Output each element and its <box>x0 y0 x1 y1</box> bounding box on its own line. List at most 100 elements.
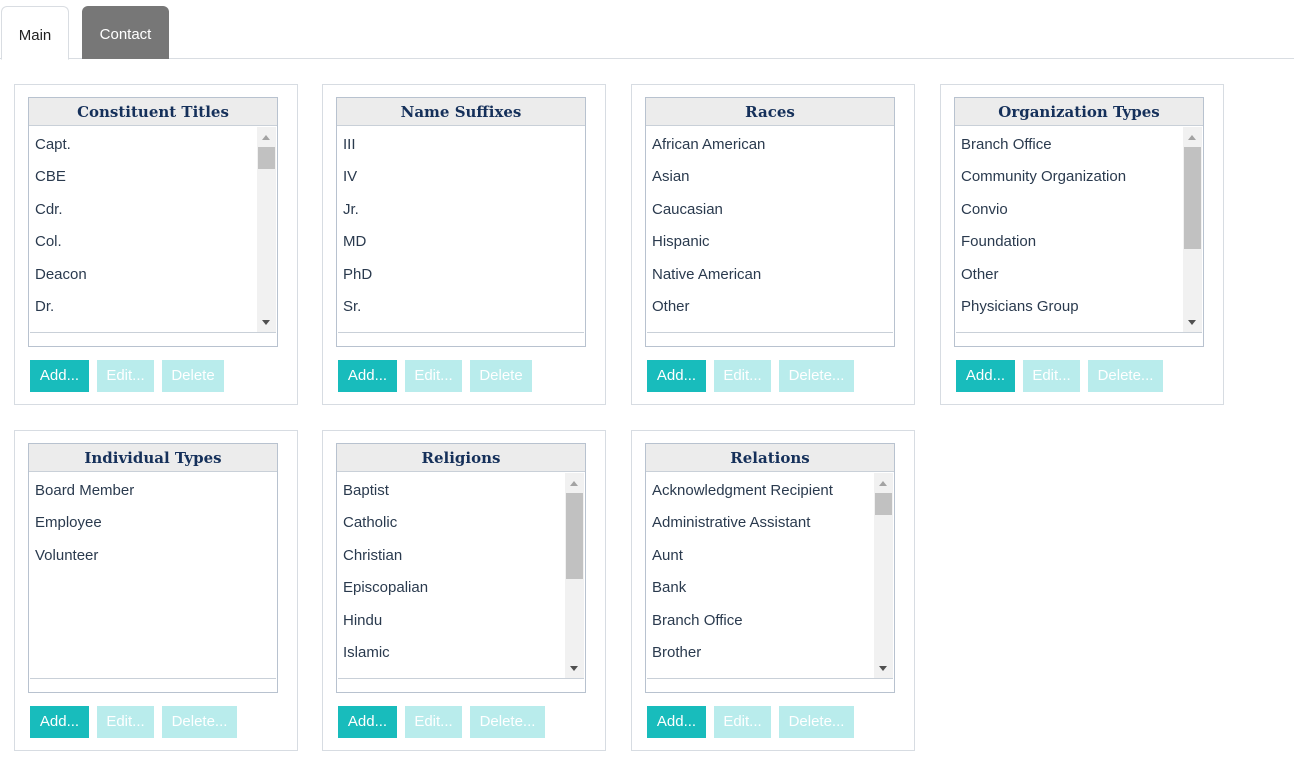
edit-button[interactable]: Edit... <box>97 706 154 738</box>
edit-button[interactable]: Edit... <box>405 360 462 392</box>
list-item[interactable]: Asian <box>647 160 893 192</box>
listbox-body[interactable]: Acknowledgment Recipient Administrative … <box>647 473 893 679</box>
list-item[interactable]: MD <box>338 225 584 257</box>
delete-button[interactable]: Delete... <box>162 706 237 738</box>
delete-button[interactable]: Delete <box>470 360 532 392</box>
add-button[interactable]: Add... <box>30 360 89 392</box>
add-button[interactable]: Add... <box>647 360 706 392</box>
list-item[interactable]: Hindu <box>338 604 565 636</box>
scroll-up-arrow-icon[interactable] <box>565 475 584 491</box>
list-item[interactable]: Convio <box>956 193 1183 225</box>
add-button[interactable]: Add... <box>338 360 397 392</box>
list-item[interactable]: Dr. <box>30 290 257 322</box>
name-suffixes-listbox[interactable]: Name Suffixes III IV Jr. MD PhD Sr. <box>336 97 586 347</box>
list-item[interactable]: III <box>338 128 584 160</box>
listbox-body[interactable]: III IV Jr. MD PhD Sr. <box>338 127 584 333</box>
panel-relations: Relations Acknowledgment Recipient Admin… <box>631 430 915 751</box>
list-item[interactable]: Physicians Group <box>956 290 1183 322</box>
organization-types-listbox[interactable]: Organization Types Branch Office Communi… <box>954 97 1204 347</box>
delete-button[interactable]: Delete... <box>779 360 854 392</box>
list-item[interactable]: Acknowledgment Recipient <box>647 474 874 506</box>
list-item[interactable]: Board Member <box>30 474 276 506</box>
scroll-up-arrow-icon[interactable] <box>874 475 893 491</box>
list-item[interactable]: Bank <box>647 571 874 603</box>
delete-button[interactable]: Delete... <box>470 706 545 738</box>
list-item[interactable]: Episcopalian <box>338 571 565 603</box>
list-item[interactable]: IV <box>338 160 584 192</box>
list-item[interactable]: Aunt <box>647 539 874 571</box>
tab-contact[interactable]: Contact <box>82 6 169 59</box>
scrollbar[interactable] <box>565 473 584 678</box>
scroll-up-arrow-icon[interactable] <box>1183 129 1202 145</box>
listbox-title: Relations <box>646 444 894 472</box>
scroll-up-arrow-icon[interactable] <box>257 129 276 145</box>
edit-button[interactable]: Edit... <box>1023 360 1080 392</box>
edit-button[interactable]: Edit... <box>714 706 771 738</box>
delete-button[interactable]: Delete <box>162 360 224 392</box>
listbox-body[interactable]: Branch Office Community Organization Con… <box>956 127 1202 333</box>
list-item[interactable]: Sr. <box>338 290 584 322</box>
listbox-body[interactable]: Board Member Employee Volunteer <box>30 473 276 679</box>
edit-button[interactable]: Edit... <box>97 360 154 392</box>
scroll-down-arrow-icon[interactable] <box>565 660 584 676</box>
scrollbar[interactable] <box>874 473 893 678</box>
races-listbox[interactable]: Races African American Asian Caucasian H… <box>645 97 895 347</box>
religions-listbox[interactable]: Religions Baptist Catholic Christian Epi… <box>336 443 586 693</box>
list-item[interactable]: Col. <box>30 225 257 257</box>
list-item[interactable]: Caucasian <box>647 193 893 225</box>
list-item[interactable]: Hispanic <box>647 225 893 257</box>
delete-button[interactable]: Delete... <box>1088 360 1163 392</box>
list-item[interactable]: Volunteer <box>30 539 276 571</box>
tab-main[interactable]: Main <box>1 6 69 60</box>
scroll-down-arrow-icon[interactable] <box>257 314 276 330</box>
list-item[interactable]: Deacon <box>30 258 257 290</box>
add-button[interactable]: Add... <box>956 360 1015 392</box>
list-item[interactable]: PhD <box>338 258 584 290</box>
panel-religions: Religions Baptist Catholic Christian Epi… <box>322 430 606 751</box>
scroll-thumb[interactable] <box>258 147 275 169</box>
list-item[interactable]: Islamic <box>338 636 565 668</box>
list-item[interactable]: Native American <box>647 258 893 290</box>
list-item[interactable]: CBE <box>30 160 257 192</box>
panel-organization-types: Organization Types Branch Office Communi… <box>940 84 1224 405</box>
scroll-thumb[interactable] <box>875 493 892 515</box>
list-item[interactable]: Foundation <box>956 225 1183 257</box>
scroll-thumb[interactable] <box>566 493 583 579</box>
list-item[interactable]: Jr. <box>338 193 584 225</box>
scrollbar[interactable] <box>1183 127 1202 332</box>
panel-constituent-titles: Constituent Titles Capt. CBE Cdr. Col. D… <box>14 84 298 405</box>
scrollbar[interactable] <box>257 127 276 332</box>
edit-button[interactable]: Edit... <box>405 706 462 738</box>
listbox-body[interactable]: Capt. CBE Cdr. Col. Deacon Dr. <box>30 127 276 333</box>
list-item[interactable]: African American <box>647 128 893 160</box>
scroll-thumb[interactable] <box>1184 147 1201 249</box>
add-button[interactable]: Add... <box>30 706 89 738</box>
list-item[interactable]: Capt. <box>30 128 257 160</box>
listbox-body[interactable]: Baptist Catholic Christian Episcopalian … <box>338 473 584 679</box>
delete-button[interactable]: Delete... <box>779 706 854 738</box>
list-item[interactable]: Christian <box>338 539 565 571</box>
list-item[interactable]: Other <box>956 258 1183 290</box>
constituent-titles-listbox[interactable]: Constituent Titles Capt. CBE Cdr. Col. D… <box>28 97 278 347</box>
list-item[interactable]: Administrative Assistant <box>647 506 874 538</box>
add-button[interactable]: Add... <box>338 706 397 738</box>
list-item[interactable]: Employee <box>30 506 276 538</box>
list-item[interactable]: Branch Office <box>647 604 874 636</box>
scroll-down-arrow-icon[interactable] <box>1183 314 1202 330</box>
list-item[interactable]: Cdr. <box>30 193 257 225</box>
individual-types-listbox[interactable]: Individual Types Board Member Employee V… <box>28 443 278 693</box>
add-button[interactable]: Add... <box>647 706 706 738</box>
listbox-title: Religions <box>337 444 585 472</box>
list-item[interactable]: Brother <box>647 636 874 668</box>
listbox-body[interactable]: African American Asian Caucasian Hispani… <box>647 127 893 333</box>
listbox-title: Constituent Titles <box>29 98 277 126</box>
list-item[interactable]: Catholic <box>338 506 565 538</box>
list-item[interactable]: Branch Office <box>956 128 1183 160</box>
list-item[interactable]: Community Organization <box>956 160 1183 192</box>
list-item[interactable]: Other <box>647 290 893 322</box>
edit-button[interactable]: Edit... <box>714 360 771 392</box>
list-item[interactable]: Baptist <box>338 474 565 506</box>
panel-individual-types: Individual Types Board Member Employee V… <box>14 430 298 751</box>
relations-listbox[interactable]: Relations Acknowledgment Recipient Admin… <box>645 443 895 693</box>
scroll-down-arrow-icon[interactable] <box>874 660 893 676</box>
